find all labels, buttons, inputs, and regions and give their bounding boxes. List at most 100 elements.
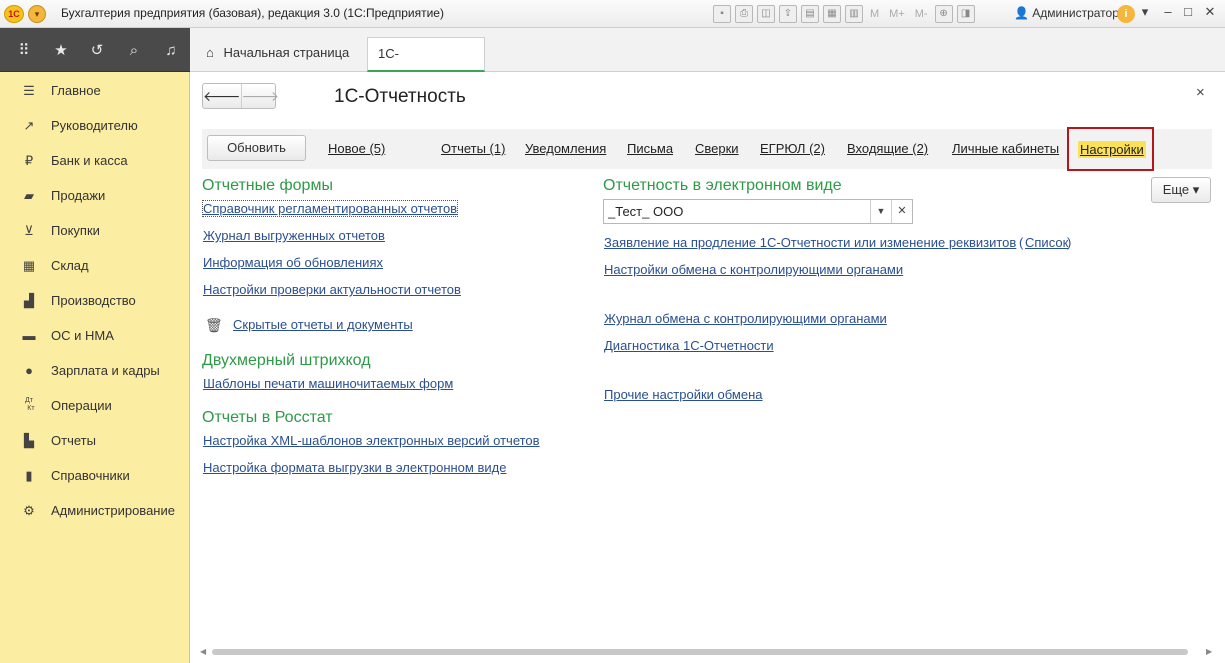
organization-input[interactable]	[604, 200, 869, 223]
exchange-settings-link[interactable]: Настройки обмена с контролирующими орган…	[604, 262, 903, 277]
history-icon[interactable]: ↺	[87, 42, 107, 60]
sidebar-item-label: Руководителю	[51, 118, 138, 133]
bell-icon[interactable]: ♫	[161, 42, 181, 60]
current-user[interactable]: 👤 Администратор	[1014, 6, 1119, 20]
sidebar-item-label: Администрирование	[51, 503, 175, 518]
egrul-link[interactable]: ЕГРЮЛ (2)	[760, 141, 825, 156]
window-title: Бухгалтерия предприятия (базовая), редак…	[61, 6, 444, 20]
sidebar-item-label: Продажи	[51, 188, 106, 203]
toolbar-icons: ▪ ⎙ ◫ ⇪ ▤ ▦ ▥ M M+ M- ⊕ ◨	[713, 5, 975, 23]
sidebar-item-administration[interactable]: ⚙ Администрирование	[0, 493, 190, 528]
clear-icon[interactable]: ✕	[891, 200, 912, 223]
sidebar-item-manager[interactable]: ↗ Руководителю	[0, 108, 190, 143]
app-logo-icon: 1С	[4, 5, 24, 23]
settings-tab-highlighted[interactable]: Настройки	[1067, 127, 1154, 171]
tab-home[interactable]: ⌂ Начальная страница	[196, 37, 359, 72]
user-name: Администратор	[1032, 6, 1119, 20]
truck-icon: ▬	[22, 328, 36, 343]
list-link[interactable]: Список	[1025, 235, 1068, 250]
maximize-icon[interactable]: □	[1180, 4, 1196, 19]
sidebar-item-fixed-assets[interactable]: ▬ ОС и НМА	[0, 318, 190, 353]
organization-field[interactable]: ▼ ✕	[603, 199, 913, 224]
new-link[interactable]: Новое (5)	[328, 141, 385, 156]
relevance-check-settings-link[interactable]: Настройки проверки актуальности отчетов	[203, 282, 461, 297]
incoming-link[interactable]: Входящие (2)	[847, 141, 928, 156]
close-form-icon[interactable]: ×	[1196, 84, 1205, 101]
document-icon[interactable]: ▤	[801, 5, 819, 23]
exported-reports-journal-link[interactable]: Журнал выгруженных отчетов	[203, 228, 385, 243]
sidebar-item-purchases[interactable]: ⊻ Покупки	[0, 213, 190, 248]
shopping-bag-icon: ▰	[24, 188, 34, 203]
sidebar-item-label: Главное	[51, 83, 101, 98]
sidebar-item-payroll[interactable]: ● Зарплата и кадры	[0, 353, 190, 388]
diagnostics-link[interactable]: Диагностика 1С-Отчетности	[604, 338, 774, 353]
dt-kt-icon: Дт Кт	[25, 397, 35, 412]
preview-icon[interactable]: ◫	[757, 5, 775, 23]
print-icon[interactable]: ⎙	[735, 5, 753, 23]
scroll-left-icon[interactable]: ◀	[200, 646, 206, 658]
person-icon: ●	[25, 363, 33, 378]
dropdown-icon[interactable]: ▾	[1137, 4, 1153, 20]
personal-cabinets-link[interactable]: Личные кабинеты	[952, 141, 1059, 156]
calendar-icon[interactable]: ▥	[845, 5, 863, 23]
notifications-link[interactable]: Уведомления	[525, 141, 606, 156]
hidden-documents-link[interactable]: Скрытые отчеты и документы	[233, 317, 413, 332]
sidebar-item-warehouse[interactable]: ▦ Склад	[0, 248, 190, 283]
back-icon[interactable]: 🡐	[203, 84, 241, 108]
sidebar-item-main[interactable]: ☰ Главное	[0, 73, 190, 108]
menu-lines-icon: ☰	[23, 83, 35, 98]
sidebar-item-label: Производство	[51, 293, 136, 308]
sidebar-item-reports[interactable]: ▙ Отчеты	[0, 423, 190, 458]
report-forms-title: Отчетные формы	[202, 177, 333, 194]
close-window-icon[interactable]: ✕	[1202, 4, 1218, 20]
sidebar-item-bank[interactable]: ₽ Банк и касса	[0, 143, 190, 178]
sidebar-item-production[interactable]: ▟ Производство	[0, 283, 190, 318]
forward-icon[interactable]: 🡒	[240, 84, 279, 108]
xml-templates-link[interactable]: Настройка XML-шаблонов электронных верси…	[203, 433, 540, 448]
sidebar-item-sales[interactable]: ▰ Продажи	[0, 178, 190, 213]
settings-link[interactable]: Настройки	[1078, 141, 1146, 158]
other-settings-link[interactable]: Прочие настройки обмена	[604, 387, 763, 402]
home-icon: ⌂	[206, 45, 214, 60]
calculator-icon[interactable]: ▦	[823, 5, 841, 23]
bar-chart-icon: ▙	[24, 433, 34, 448]
barcode-title: Двухмерный штрихкод	[202, 352, 371, 369]
updates-info-link[interactable]: Информация об обновлениях	[203, 255, 383, 270]
ruble-coin-icon: ₽	[24, 153, 34, 168]
reconciliations-link[interactable]: Сверки	[695, 141, 739, 156]
export-format-link[interactable]: Настройка формата выгрузки в электронном…	[203, 460, 506, 475]
exchange-journal-link[interactable]: Журнал обмена с контролирующими органами	[604, 311, 887, 326]
panels-icon[interactable]: ◨	[956, 5, 975, 23]
horizontal-scrollbar[interactable]: ◀ ▶	[190, 646, 1222, 658]
apps-grid-icon[interactable]: ⠿	[14, 42, 34, 60]
memory-button[interactable]: M	[867, 5, 882, 23]
info-icon[interactable]: i	[1117, 5, 1135, 23]
save-icon[interactable]: ▪	[713, 5, 731, 23]
application-link[interactable]: Заявление на продление 1С-Отчетности или…	[604, 235, 1016, 250]
sidebar-item-directories[interactable]: ▮ Справочники	[0, 458, 190, 493]
memory-add-button[interactable]: M+	[886, 5, 908, 23]
scroll-thumb[interactable]	[212, 649, 1188, 655]
command-bar: Обновить Новое (5) Отчеты (1) Уведомлени…	[202, 127, 1212, 171]
chevron-down-icon[interactable]: ▼	[870, 200, 891, 223]
electronic-reporting-title: Отчетность в электронном виде	[603, 177, 842, 194]
refresh-button[interactable]: Обновить	[207, 135, 306, 161]
sidebar-item-label: ОС и НМА	[51, 328, 114, 343]
upload-icon[interactable]: ⇪	[779, 5, 797, 23]
zoom-icon[interactable]: ⊕	[934, 5, 953, 23]
letters-link[interactable]: Письма	[627, 141, 673, 156]
memory-subtract-button[interactable]: M-	[912, 5, 931, 23]
barcode-templates-link[interactable]: Шаблоны печати машиночитаемых форм	[203, 376, 453, 391]
reports-link[interactable]: Отчеты (1)	[441, 141, 505, 156]
star-icon[interactable]: ★	[51, 42, 71, 60]
warehouse-grid-icon: ▦	[22, 258, 36, 273]
minimize-icon[interactable]: –	[1160, 4, 1176, 19]
trash-icon: 🗑	[205, 317, 223, 333]
search-icon[interactable]: ⌕	[124, 42, 144, 60]
regulated-reports-directory-link[interactable]: Справочник регламентированных отчетов	[201, 200, 459, 217]
main-menu-button[interactable]: ▾	[28, 5, 46, 23]
sidebar-item-operations[interactable]: Дт Кт Операции	[0, 388, 190, 423]
tab-reporting[interactable]: 1С-Отчетность✕	[367, 37, 485, 93]
scroll-right-icon[interactable]: ▶	[1206, 646, 1212, 658]
more-button[interactable]: Еще ▾	[1151, 177, 1211, 203]
